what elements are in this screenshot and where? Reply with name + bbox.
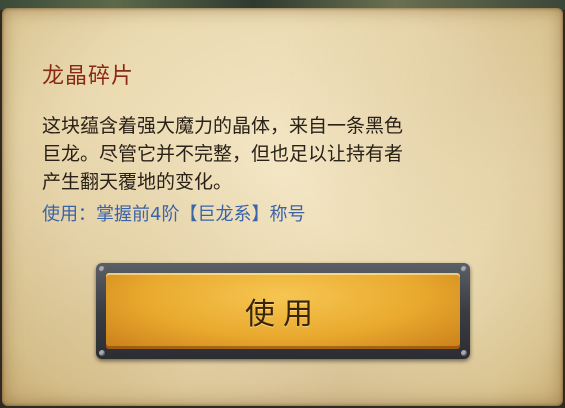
item-description: 这块蕴含着强大魔力的晶体，来自一条黑色 巨龙。尽管它并不完整，但也足以让持有者 … [42,112,502,196]
description-line: 巨龙。尽管它并不完整，但也足以让持有者 [42,143,404,165]
game-screen: 龙晶碎片 这块蕴含着强大魔力的晶体，来自一条黑色 巨龙。尽管它并不完整，但也足以… [0,0,565,408]
rivet-decoration [461,350,467,356]
use-button-label: 使用 [245,297,321,332]
use-button[interactable]: 使用 [96,263,470,359]
rivet-decoration [99,266,105,272]
item-name: 龙晶碎片 [42,64,135,89]
description-line: 这块蕴含着强大魔力的晶体，来自一条黑色 [42,115,404,137]
rivet-decoration [99,350,105,356]
item-usage-text: 使用：掌握前4阶【巨龙系】称号 [42,204,306,225]
description-line: 产生翻天覆地的变化。 [42,171,233,193]
rivet-decoration [461,266,467,272]
use-button-face[interactable]: 使用 [106,273,460,349]
